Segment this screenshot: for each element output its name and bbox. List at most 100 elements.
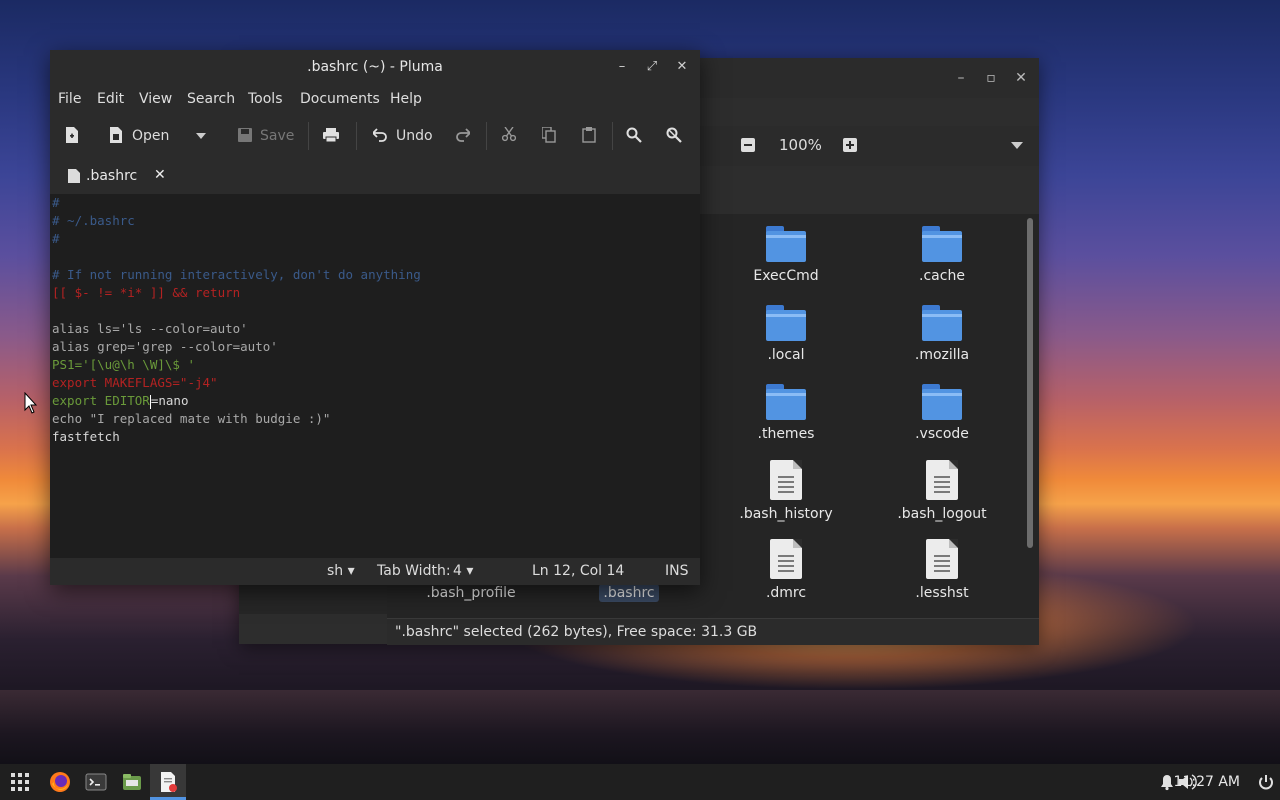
menu-search[interactable]: Search xyxy=(187,91,235,107)
code-line: # If not running interactively, don't do… xyxy=(52,267,421,282)
cut-icon[interactable] xyxy=(502,127,516,145)
file-manager-icon[interactable] xyxy=(120,770,144,794)
file-item-label: .bash_logout xyxy=(897,506,987,522)
power-icon[interactable] xyxy=(1258,774,1280,798)
file-item[interactable]: .lesshst xyxy=(872,539,1012,601)
menu-file[interactable]: File xyxy=(58,91,81,107)
fm-minimize-button[interactable]: – xyxy=(953,70,969,86)
file-item[interactable]: .themes xyxy=(716,384,856,442)
paste-icon[interactable] xyxy=(582,127,596,145)
editor-statusbar: sh ▾ Tab Width: 4 ▾ Ln 12, Col 14 INS xyxy=(50,558,700,585)
file-item-label: .vscode xyxy=(915,426,969,442)
window-titlebar: .bashrc (~) - Pluma – ⤢ ✕ xyxy=(50,50,700,84)
toolbar: Open Save Undo xyxy=(50,114,700,158)
save-button[interactable]: Save xyxy=(260,127,294,145)
file-item-label: .themes xyxy=(757,426,815,442)
tab-width-label: Tab Width: xyxy=(377,563,451,579)
insert-mode: INS xyxy=(665,563,689,579)
tab-bashrc[interactable]: .bashrc ✕ xyxy=(56,158,174,196)
menu-view[interactable]: View xyxy=(139,91,172,107)
replace-icon[interactable] xyxy=(666,127,682,145)
app-grid-icon[interactable] xyxy=(8,770,32,794)
toolbar-separator xyxy=(612,122,613,150)
file-item-label: .cache xyxy=(919,268,965,284)
open-recent-chevron-icon[interactable] xyxy=(196,133,206,151)
open-button[interactable]: Open xyxy=(132,127,169,145)
file-item-label: .bashrc xyxy=(599,584,659,602)
maximize-button[interactable]: ⤢ xyxy=(644,59,660,75)
menu-tools[interactable]: Tools xyxy=(248,91,283,107)
folder-icon xyxy=(922,384,962,420)
text-file-icon xyxy=(926,539,958,579)
menu-help[interactable]: Help xyxy=(390,91,422,107)
file-item[interactable]: ExecCmd xyxy=(716,226,856,284)
code-line: fastfetch xyxy=(52,429,120,444)
chevron-down-icon[interactable] xyxy=(1011,142,1023,150)
code-line: alias ls='ls --color=auto' xyxy=(52,321,248,336)
file-item[interactable]: .local xyxy=(716,305,856,363)
file-item-label: .bash_profile xyxy=(426,585,516,601)
save-icon[interactable] xyxy=(237,127,253,145)
file-manager-scrollbar[interactable] xyxy=(1027,218,1033,548)
file-item[interactable]: .dmrc xyxy=(716,539,856,601)
search-icon[interactable] xyxy=(626,127,642,145)
file-item[interactable]: .bash_logout xyxy=(872,460,1012,522)
code-line: [[ $- != *i* ]] && return xyxy=(52,285,241,300)
pluma-window: .bashrc (~) - Pluma – ⤢ ✕ File Edit View… xyxy=(50,50,700,585)
zoom-in-icon[interactable] xyxy=(843,138,857,152)
file-item[interactable]: .bash_profile xyxy=(401,585,541,601)
toolbar-separator xyxy=(356,122,357,150)
file-item[interactable]: .vscode xyxy=(872,384,1012,442)
undo-icon[interactable] xyxy=(373,127,387,145)
folder-icon xyxy=(766,305,806,341)
code-editor[interactable]: # # ~/.bashrc # # If not running interac… xyxy=(50,194,700,558)
tab-label: .bashrc xyxy=(86,168,138,184)
code-line: # xyxy=(52,231,60,246)
file-item[interactable]: .cache xyxy=(872,226,1012,284)
file-item-label: .mozilla xyxy=(914,347,970,363)
code-line-current: export EDITOR=nano xyxy=(52,393,189,409)
code-line: export MAKEFLAGS="-j4" xyxy=(52,375,218,390)
text-file-icon xyxy=(770,539,802,579)
code-line: # xyxy=(52,195,60,210)
text-file-icon xyxy=(770,460,802,500)
zoom-out-icon[interactable] xyxy=(741,138,755,152)
text-editor-icon[interactable] xyxy=(156,770,180,794)
fm-maximize-button[interactable]: ▫ xyxy=(983,70,999,86)
language-selector[interactable]: sh ▾ xyxy=(327,558,355,585)
open-document-icon[interactable] xyxy=(108,127,124,145)
terminal-icon[interactable] xyxy=(84,770,108,794)
close-button[interactable]: ✕ xyxy=(674,59,690,75)
file-item-selected[interactable]: .bashrc xyxy=(559,584,699,602)
tab-width-selector[interactable]: 4 ▾ xyxy=(453,558,473,585)
document-icon xyxy=(68,169,80,183)
language-label: sh xyxy=(327,563,344,579)
file-manager-statusbar: ".bashrc" selected (262 bytes), Free spa… xyxy=(387,618,1039,645)
file-item-label: ExecCmd xyxy=(753,268,819,284)
toolbar-separator xyxy=(486,122,487,150)
firefox-icon[interactable] xyxy=(48,770,72,794)
new-document-icon[interactable] xyxy=(65,127,79,145)
code-line: echo "I replaced mate with budgie :)" xyxy=(52,411,331,426)
minimize-button[interactable]: – xyxy=(614,59,630,75)
clock[interactable]: 11:27 AM xyxy=(1174,764,1240,800)
redo-icon[interactable] xyxy=(456,127,470,145)
file-item[interactable]: .bash_history xyxy=(716,460,856,522)
file-item-label: .lesshst xyxy=(915,585,969,601)
file-item-label: .bash_history xyxy=(739,506,833,522)
cursor-position: Ln 12, Col 14 xyxy=(532,563,625,579)
window-title: .bashrc (~) - Pluma xyxy=(307,59,443,75)
folder-icon xyxy=(922,226,962,262)
menu-edit[interactable]: Edit xyxy=(97,91,124,107)
fm-close-button[interactable]: ✕ xyxy=(1013,70,1029,86)
code-line: alias grep='grep --color=auto' xyxy=(52,339,278,354)
copy-icon[interactable] xyxy=(542,127,556,145)
menu-bar: File Edit View Search Tools Documents He… xyxy=(50,84,700,114)
print-icon[interactable] xyxy=(323,127,339,145)
text-file-icon xyxy=(926,460,958,500)
file-item[interactable]: .mozilla xyxy=(872,305,1012,363)
toolbar-separator xyxy=(308,122,309,150)
undo-button[interactable]: Undo xyxy=(396,127,433,145)
menu-documents[interactable]: Documents xyxy=(300,91,380,107)
tab-close-icon[interactable]: ✕ xyxy=(154,167,166,183)
